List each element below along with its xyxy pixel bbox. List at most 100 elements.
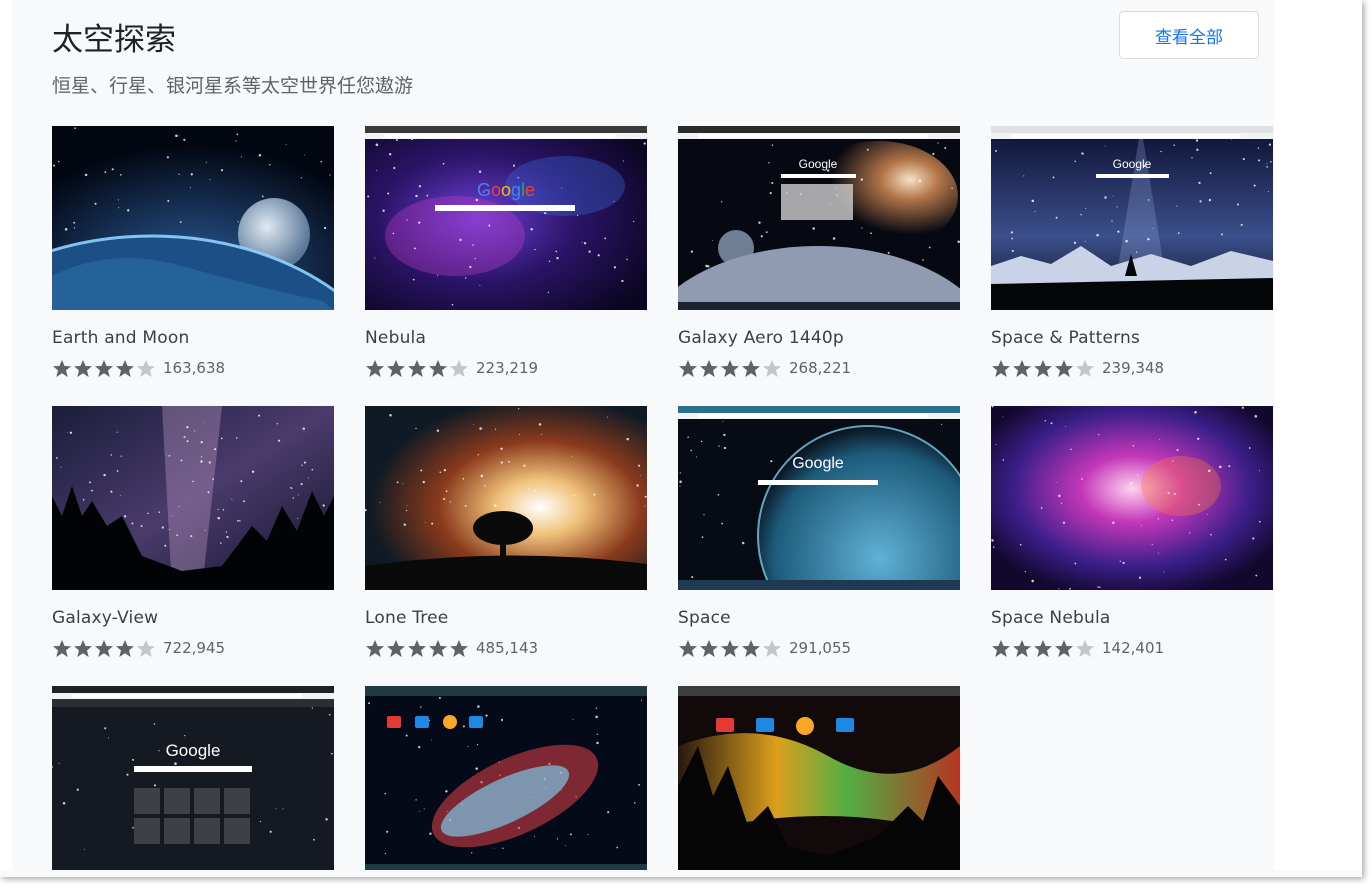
theme-thumbnail[interactable]: Google [52,686,334,870]
theme-rating: 485,143 [365,638,538,658]
window-frame: 太空探索 恒星、行星、银河星系等太空世界任您遨游 查看全部 Earth and … [0,0,1362,877]
star-filled-icon [95,359,113,377]
theme-thumbnail[interactable]: Google [991,126,1273,310]
svg-text:Google: Google [477,180,535,200]
star-filled-icon [53,639,71,657]
lone-tree-image [365,406,647,590]
star-empty-icon [137,639,155,657]
section-subtitle: 恒星、行星、银河星系等太空世界任您遨游 [52,75,414,97]
rating-count: 142,401 [1102,639,1165,657]
star-filled-icon [742,359,760,377]
rating-count: 485,143 [476,639,539,657]
theme-thumbnail[interactable] [365,406,647,590]
section-title: 太空探索 [52,22,176,58]
svg-text:Google: Google [166,741,221,760]
theme-thumbnail[interactable] [991,406,1273,590]
star-filled-icon [1013,639,1031,657]
theme-card[interactable]: Google [52,686,334,870]
theme-grid: Earth and Moon 163,638 Google Nebula 223… [52,126,1273,870]
theme-card[interactable]: Lone Tree 485,143 [365,406,647,657]
star-filled-icon [95,639,113,657]
view-all-button[interactable]: 查看全部 [1119,11,1259,59]
star-empty-icon [450,359,468,377]
aurora-forest-image [678,686,960,870]
theme-name[interactable]: Earth and Moon [52,328,189,348]
theme-card[interactable]: Google Nebula 223,219 [365,126,647,377]
theme-card[interactable]: Space Nebula 142,401 [991,406,1273,657]
star-filled-icon [1055,359,1073,377]
star-filled-icon [53,359,71,377]
star-filled-icon [1034,359,1052,377]
star-empty-icon [137,359,155,377]
star-filled-icon [408,359,426,377]
theme-name[interactable]: Lone Tree [365,608,448,628]
star-filled-icon [429,639,447,657]
theme-rating: 268,221 [678,358,851,378]
star-filled-icon [408,639,426,657]
rating-count: 722,945 [163,639,226,657]
bottom-edge [0,870,1362,877]
rating-count: 291,055 [789,639,852,657]
star-filled-icon [74,639,92,657]
cosmic-cloud-image [365,686,647,870]
rating-count: 268,221 [789,359,852,377]
theme-card[interactable] [365,686,647,870]
theme-rating: 142,401 [991,638,1164,658]
dark-google-image: Google [52,686,334,870]
star-filled-icon [679,639,697,657]
space-image: Google [678,406,960,590]
star-filled-icon [1034,639,1052,657]
star-filled-icon [721,639,739,657]
star-empty-icon [763,359,781,377]
theme-card[interactable]: Google Space & Patterns 239,348 [991,126,1273,377]
star-filled-icon [116,639,134,657]
rating-count: 239,348 [1102,359,1165,377]
theme-thumbnail[interactable]: Google [678,126,960,310]
star-filled-icon [366,639,384,657]
theme-thumbnail[interactable]: Google [678,406,960,590]
theme-name[interactable]: Galaxy-View [52,608,158,628]
space-nebula-image [991,406,1273,590]
theme-thumbnail[interactable]: Google [365,126,647,310]
star-filled-icon [429,359,447,377]
svg-text:Google: Google [792,455,844,472]
star-filled-icon [387,639,405,657]
star-empty-icon [763,639,781,657]
rating-count: 223,219 [476,359,539,377]
nebula-image: Google [365,126,647,310]
star-filled-icon [700,359,718,377]
theme-thumbnail[interactable] [52,126,334,310]
star-filled-icon [742,639,760,657]
theme-card[interactable]: Galaxy-View 722,945 [52,406,334,657]
star-empty-icon [1076,359,1094,377]
theme-card[interactable] [678,686,960,870]
space-patterns-image: Google [991,126,1273,310]
theme-name[interactable]: Space [678,608,731,628]
theme-name[interactable]: Space & Patterns [991,328,1140,348]
star-filled-icon [1055,639,1073,657]
star-filled-icon [992,639,1010,657]
star-filled-icon [679,359,697,377]
star-filled-icon [992,359,1010,377]
svg-text:Google: Google [1113,157,1152,171]
theme-rating: 163,638 [52,358,225,378]
theme-thumbnail[interactable] [365,686,647,870]
theme-card[interactable]: Earth and Moon 163,638 [52,126,334,377]
theme-thumbnail[interactable] [678,686,960,870]
star-filled-icon [387,359,405,377]
theme-card[interactable]: Google Galaxy Aero 1440p 268,221 [678,126,960,377]
collection-panel: 太空探索 恒星、行星、银河星系等太空世界任您遨游 查看全部 Earth and … [12,0,1274,877]
theme-card[interactable]: Google Space 291,055 [678,406,960,657]
star-filled-icon [700,639,718,657]
galaxy-view-image [52,406,334,590]
theme-rating: 291,055 [678,638,851,658]
theme-name[interactable]: Nebula [365,328,426,348]
theme-rating: 722,945 [52,638,225,658]
star-filled-icon [450,639,468,657]
theme-name[interactable]: Space Nebula [991,608,1111,628]
theme-thumbnail[interactable] [52,406,334,590]
theme-name[interactable]: Galaxy Aero 1440p [678,328,844,348]
theme-rating: 223,219 [365,358,538,378]
star-empty-icon [1076,639,1094,657]
earth-moon-image [52,126,334,310]
